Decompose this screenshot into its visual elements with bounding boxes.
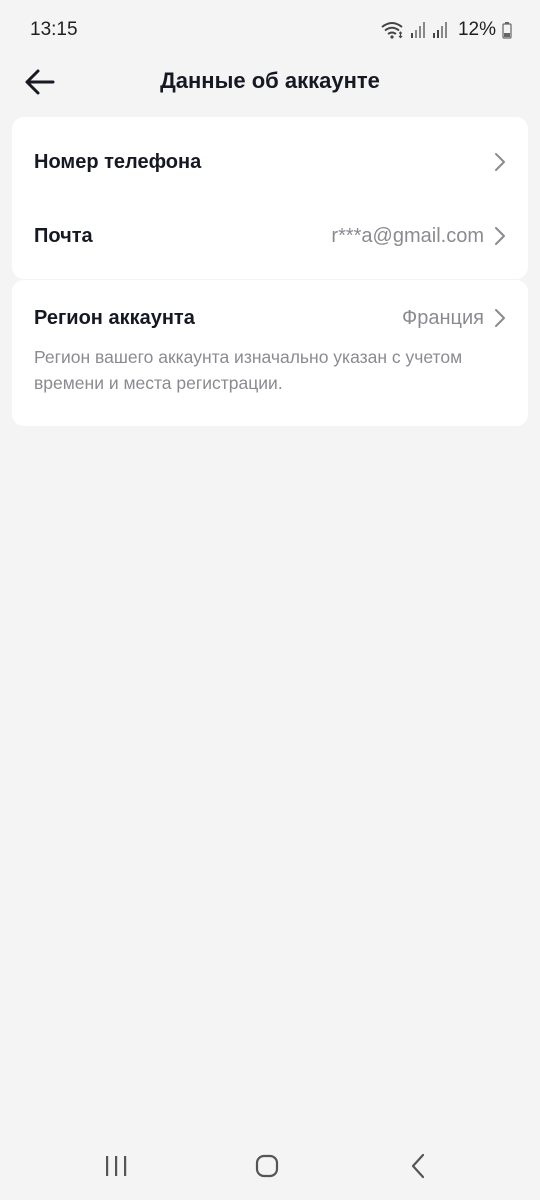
email-row[interactable]: Почта r***a@gmail.com <box>12 200 528 272</box>
chevron-right-icon <box>495 153 505 171</box>
chevron-right-icon <box>495 227 505 245</box>
recents-icon <box>106 1156 127 1176</box>
chevron-right-icon <box>495 309 505 327</box>
back-button[interactable] <box>22 64 58 100</box>
home-button[interactable] <box>247 1150 287 1182</box>
page-title: Данные об аккаунте <box>160 68 380 93</box>
battery-icon <box>502 22 512 39</box>
signal-icon <box>410 22 425 38</box>
email-label: Почта <box>34 224 93 247</box>
back-arrow-icon <box>25 69 55 95</box>
email-value: r***a@gmail.com <box>331 224 484 247</box>
home-icon <box>255 1154 279 1178</box>
phone-number-label: Номер телефона <box>34 150 202 173</box>
status-icons: 12% <box>380 19 512 41</box>
status-time: 13:15 <box>30 19 78 40</box>
system-back-button[interactable] <box>399 1150 439 1182</box>
account-region-card: Регион аккаунта Франция Регион вашего ак… <box>12 280 528 426</box>
account-contacts-card: Номер телефона Почта r***a@gmail.com <box>12 117 528 279</box>
region-description: Регион вашего аккаунта изначально указан… <box>34 347 463 393</box>
system-nav-bar <box>0 1130 540 1200</box>
region-label: Регион аккаунта <box>34 306 195 329</box>
wifi-icon <box>381 22 403 39</box>
screen: 13:15 12% Данные об аккаунте Номер телеф… <box>0 0 540 1200</box>
phone-number-row[interactable]: Номер телефона <box>12 126 528 198</box>
battery-percentage: 12% <box>457 19 496 40</box>
back-icon <box>411 1153 425 1179</box>
header: Данные об аккаунте <box>0 52 540 110</box>
recents-button[interactable] <box>96 1150 136 1182</box>
region-value: Франция <box>402 306 484 329</box>
status-bar: 13:15 12% <box>0 0 540 60</box>
signal-icon-2 <box>432 22 447 38</box>
